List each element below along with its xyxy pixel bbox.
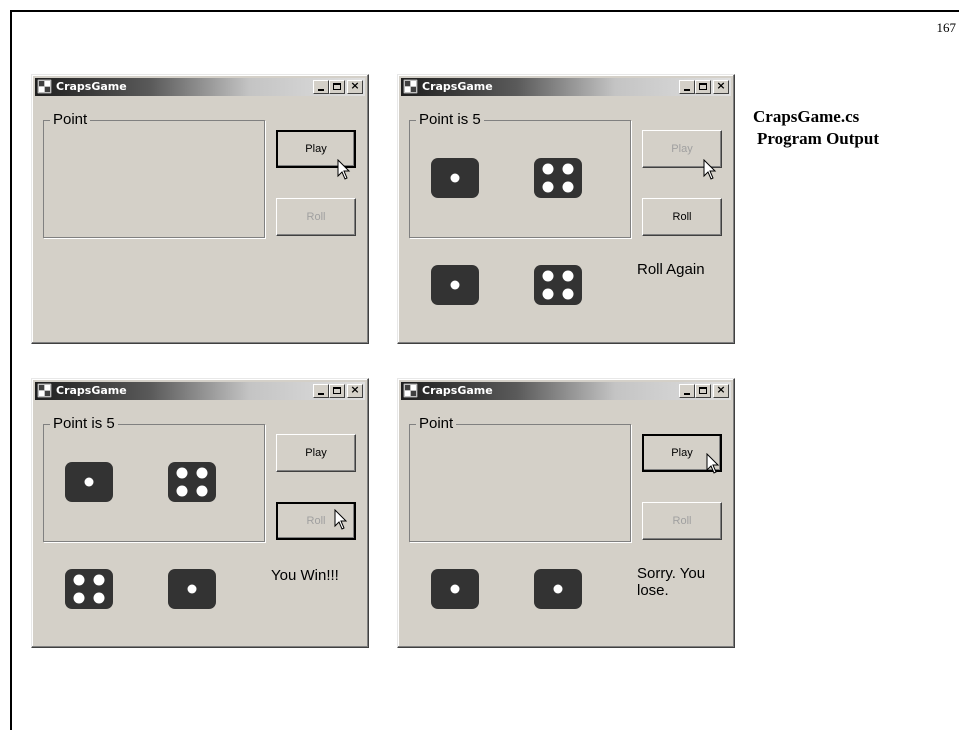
close-icon: ×: [350, 383, 360, 396]
close-button[interactable]: ×: [713, 383, 729, 398]
minimize-icon: [318, 89, 324, 91]
maximize-icon: [699, 83, 707, 90]
die-pip: [93, 574, 105, 586]
figure-caption: CrapsGame.cs Program Output: [753, 106, 879, 150]
roll-die-1: [431, 569, 479, 609]
roll-die-2: [168, 569, 216, 609]
maximize-button[interactable]: [695, 384, 711, 398]
maximize-button[interactable]: [329, 384, 345, 398]
minimize-button[interactable]: [313, 384, 329, 398]
die-pip: [553, 584, 563, 594]
close-button[interactable]: ×: [713, 79, 729, 94]
status-message: You Win!!!: [271, 567, 339, 584]
point-label: Point: [50, 111, 91, 128]
die-face: [534, 158, 582, 198]
maximize-button[interactable]: [329, 80, 345, 94]
point-groupbox: Point is 5: [43, 415, 265, 542]
die-pip: [542, 163, 554, 175]
status-message: Roll Again: [637, 261, 705, 278]
die-pip: [84, 477, 94, 487]
die-face: [168, 462, 216, 502]
die-pip: [73, 592, 85, 604]
die-pip: [187, 584, 197, 594]
mouse-cursor-icon: [703, 159, 717, 180]
minimize-button[interactable]: [679, 80, 695, 94]
close-icon: ×: [716, 79, 726, 92]
die-pip: [450, 173, 460, 183]
roll-button[interactable]: Roll: [276, 198, 356, 236]
point-groupbox: Point is 5: [409, 111, 631, 238]
roll-die-2: [534, 265, 582, 305]
status-message: Sorry. You lose.: [637, 565, 706, 599]
die-pip: [562, 270, 574, 282]
die-pip: [450, 584, 460, 594]
maximize-icon: [333, 83, 341, 90]
point-groupbox: Point: [409, 415, 631, 542]
minimize-button[interactable]: [313, 80, 329, 94]
die-face: [65, 569, 113, 609]
window-title: CrapsGame: [56, 384, 127, 397]
window-title: CrapsGame: [422, 80, 493, 93]
die-pip: [93, 592, 105, 604]
mouse-cursor-icon: [334, 509, 348, 530]
app-icon: [403, 383, 418, 398]
point-die-2: [168, 462, 216, 502]
die-pip: [542, 181, 554, 193]
die-pip: [176, 485, 188, 497]
app-icon: [37, 79, 52, 94]
roll-button[interactable]: Roll: [642, 502, 722, 540]
die-pip: [562, 288, 574, 300]
mouse-cursor-icon: [337, 159, 351, 180]
die-face: [534, 265, 582, 305]
point-label: Point is 5: [50, 415, 118, 432]
die-pip: [542, 270, 554, 282]
die-pip: [562, 163, 574, 175]
app-icon: [37, 383, 52, 398]
craps-window-1: CrapsGame × Point Play Roll: [31, 74, 369, 344]
craps-window-4: CrapsGame × Point Play Roll Sorry. You l…: [397, 378, 735, 648]
caption-filename: CrapsGame.cs: [753, 107, 860, 126]
minimize-icon: [684, 393, 690, 395]
play-button[interactable]: Play: [276, 434, 356, 472]
title-bar[interactable]: CrapsGame ×: [401, 382, 731, 400]
craps-window-3: CrapsGame × Point is 5 Play Roll You Win…: [31, 378, 369, 648]
craps-window-2: CrapsGame × Point is 5 Play Roll Roll Ag…: [397, 74, 735, 344]
maximize-icon: [699, 387, 707, 394]
roll-die-1: [431, 265, 479, 305]
close-button[interactable]: ×: [347, 383, 363, 398]
point-groupbox: Point: [43, 111, 265, 238]
close-icon: ×: [716, 383, 726, 396]
minimize-icon: [318, 393, 324, 395]
roll-die-2: [534, 569, 582, 609]
app-icon: [403, 79, 418, 94]
die-pip: [450, 280, 460, 290]
title-bar[interactable]: CrapsGame ×: [35, 78, 365, 96]
point-label: Point is 5: [416, 111, 484, 128]
die-pip: [196, 485, 208, 497]
die-pip: [73, 574, 85, 586]
close-button[interactable]: ×: [347, 79, 363, 94]
mouse-cursor-icon: [706, 453, 720, 474]
point-label: Point: [416, 415, 457, 432]
caption-subtitle: Program Output: [757, 129, 879, 148]
window-title: CrapsGame: [56, 80, 127, 93]
maximize-button[interactable]: [695, 80, 711, 94]
die-pip: [196, 467, 208, 479]
title-bar[interactable]: CrapsGame ×: [401, 78, 731, 96]
title-bar[interactable]: CrapsGame ×: [35, 382, 365, 400]
point-die-1: [65, 462, 113, 502]
point-die-2: [534, 158, 582, 198]
maximize-icon: [333, 387, 341, 394]
roll-die-1: [65, 569, 113, 609]
minimize-button[interactable]: [679, 384, 695, 398]
close-icon: ×: [350, 79, 360, 92]
window-title: CrapsGame: [422, 384, 493, 397]
die-pip: [176, 467, 188, 479]
roll-button[interactable]: Roll: [642, 198, 722, 236]
die-pip: [542, 288, 554, 300]
page-number: 167: [936, 20, 957, 35]
minimize-icon: [684, 89, 690, 91]
point-die-1: [431, 158, 479, 198]
die-pip: [562, 181, 574, 193]
